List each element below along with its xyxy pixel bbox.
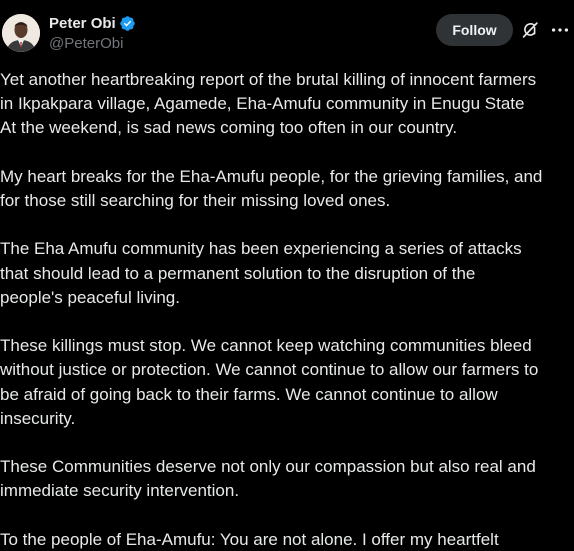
post-paragraph: These Communities deserve not only our c… (0, 457, 536, 501)
avatar[interactable] (2, 14, 40, 52)
post-paragraph: To the people of Eha-Amufu: You are not … (0, 529, 499, 549)
post-paragraph: These killings must stop. We cannot keep… (0, 336, 539, 428)
author-info: Peter Obi @PeterObi (49, 13, 136, 52)
author-handle[interactable]: @PeterObi (49, 35, 136, 52)
follow-button[interactable]: Follow (436, 14, 513, 46)
avatar-image (2, 14, 40, 52)
post-paragraph: The Eha Amufu community has been experie… (0, 239, 522, 307)
more-options-icon[interactable] (549, 19, 571, 41)
post-text: Yet another heartbreaking report of the … (0, 68, 572, 551)
post-paragraph: My heart breaks for the Eha-Amufu people… (0, 166, 543, 210)
verified-badge-icon (119, 15, 136, 32)
post-paragraph: Yet another heartbreaking report of the … (0, 70, 537, 138)
author-display-name[interactable]: Peter Obi (49, 15, 116, 32)
grok-icon[interactable] (519, 19, 541, 41)
post-header: Peter Obi @PeterObi Follow (0, 0, 574, 66)
